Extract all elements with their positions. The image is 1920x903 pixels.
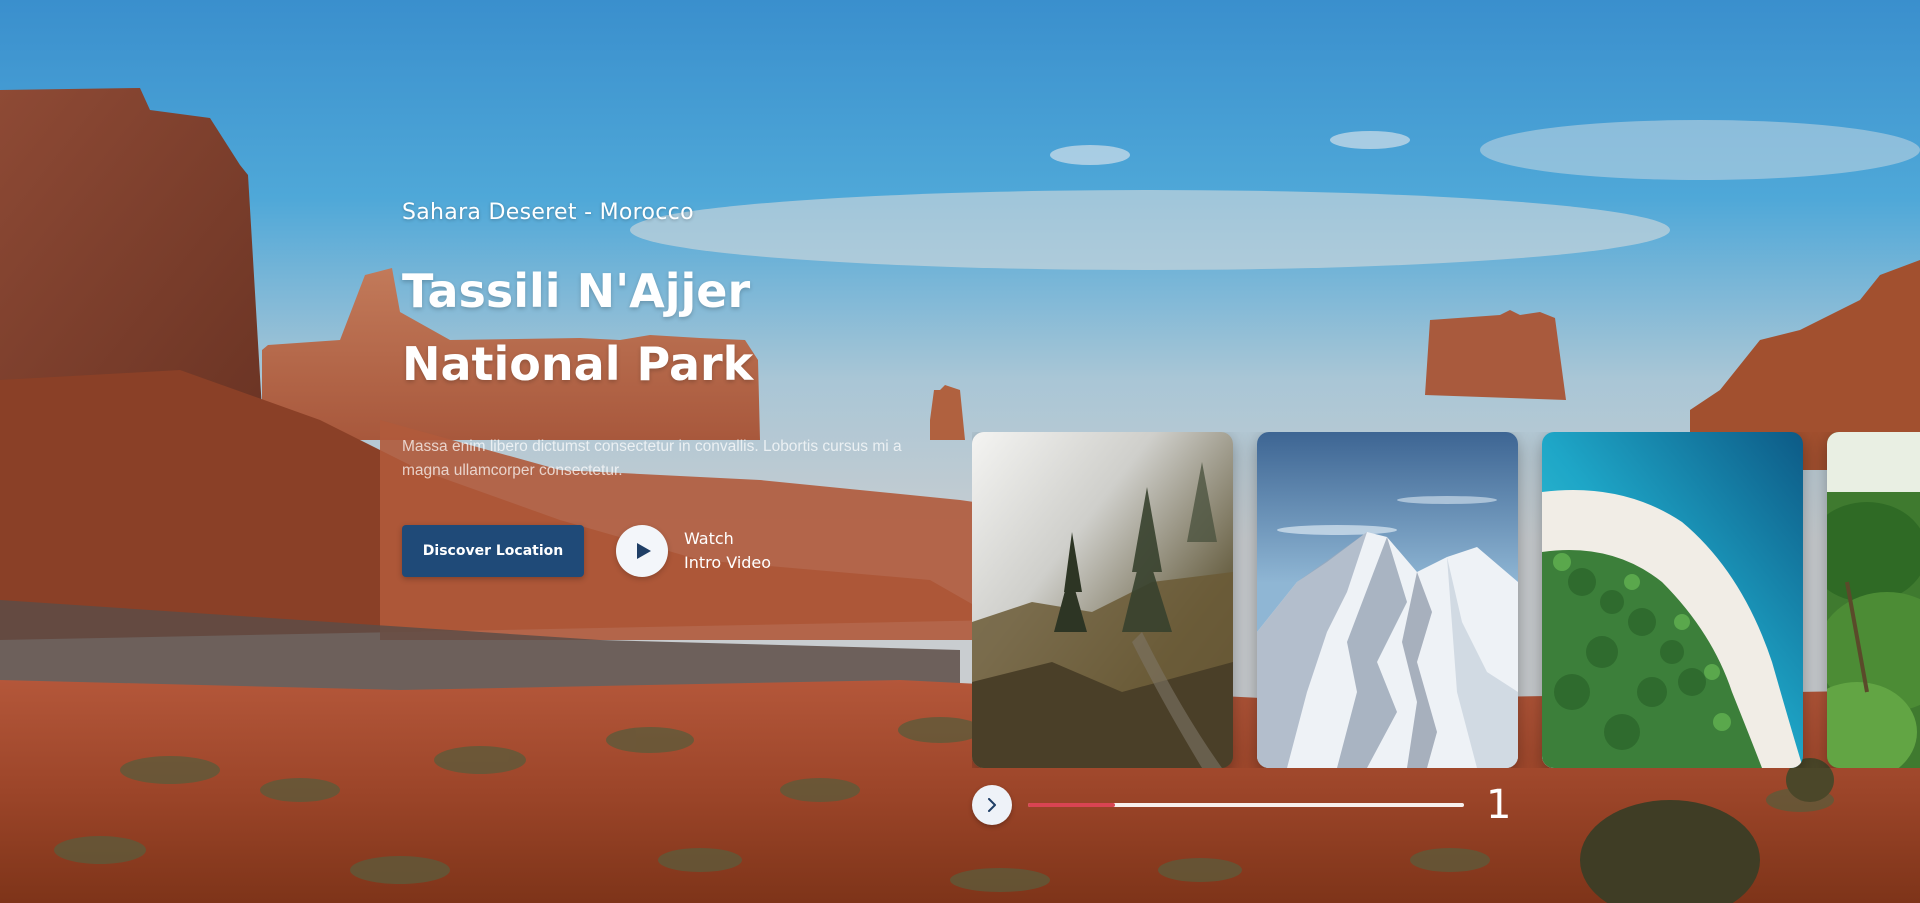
hero-actions: Discover Location Watch Intro Video (402, 525, 922, 577)
chevron-right-icon (988, 798, 996, 812)
location-subtitle: Sahara Deseret - Morocco (402, 200, 694, 225)
play-button[interactable] (616, 525, 668, 577)
hero-description: Massa enim libero dictumst consectetur i… (402, 438, 902, 479)
foggy-forest-image (972, 432, 1233, 768)
play-icon (637, 543, 651, 559)
hero-section: Sahara Deseret - Morocco Tassili N'Ajjer… (402, 200, 922, 577)
destination-card-green-jungle[interactable] (1827, 432, 1920, 768)
title-line-2: National Park (402, 337, 754, 391)
slide-progress-fill (1028, 803, 1116, 807)
next-slide-button[interactable] (972, 785, 1012, 825)
slide-progress-track (1028, 803, 1464, 807)
watch-label-line-1: Watch (684, 529, 734, 548)
watch-label: Watch Intro Video (684, 527, 771, 575)
title-line-1: Tassili N'Ajjer (402, 264, 751, 318)
snowy-mountain-image (1257, 432, 1518, 768)
destination-carousel (972, 432, 1920, 768)
destination-card-foggy-forest[interactable] (972, 432, 1233, 768)
discover-location-button[interactable]: Discover Location (402, 525, 584, 577)
page-title: Tassili N'Ajjer National Park (402, 255, 922, 401)
slide-number: 1 (1486, 782, 1512, 828)
destination-card-tropical-beach[interactable] (1542, 432, 1803, 768)
destination-card-snowy-mountain[interactable] (1257, 432, 1518, 768)
watch-label-line-2: Intro Video (684, 553, 772, 572)
watch-intro-video-button[interactable]: Watch Intro Video (616, 525, 771, 577)
green-jungle-image (1827, 432, 1920, 768)
tropical-beach-image (1542, 432, 1803, 768)
